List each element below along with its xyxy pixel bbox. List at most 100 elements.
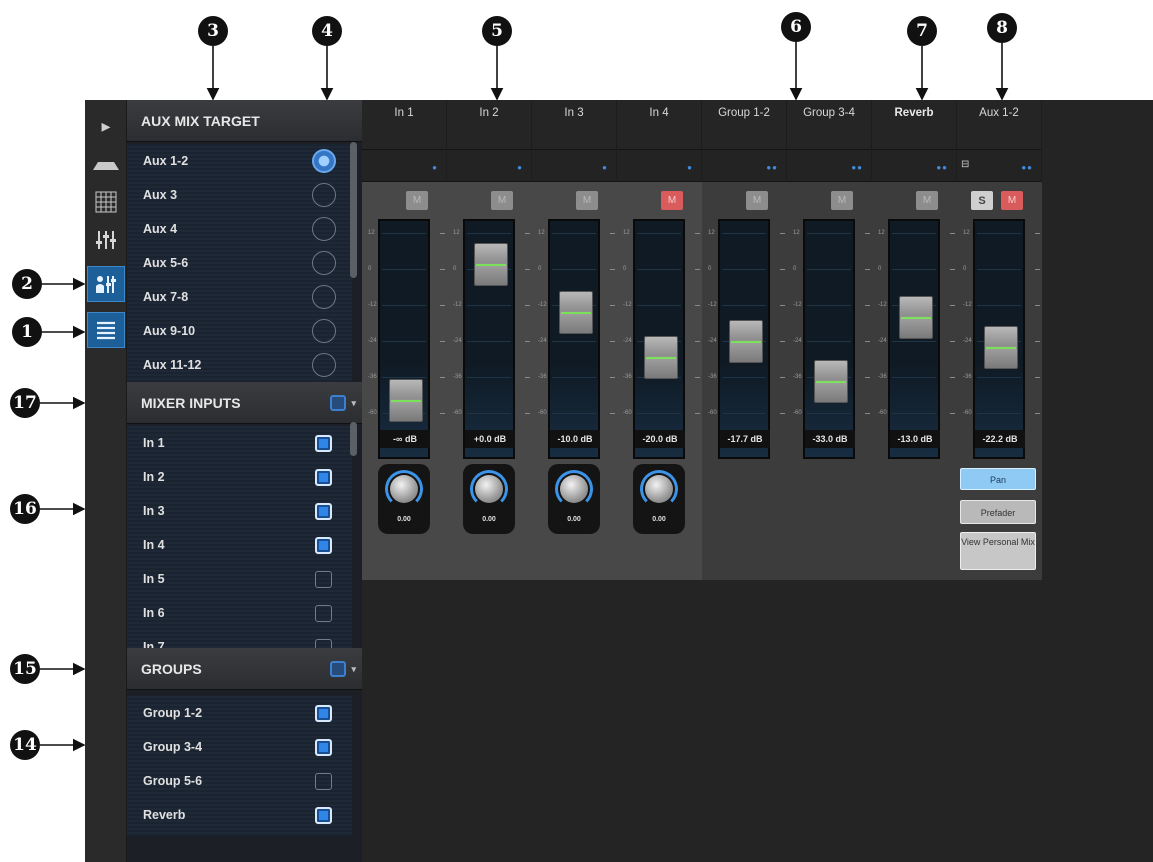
checkbox[interactable] <box>315 806 332 824</box>
routing-dots-icon[interactable]: ●● <box>936 163 948 172</box>
routing-row[interactable]: ● <box>532 150 616 182</box>
group-item[interactable]: Group 1-2 <box>127 696 352 730</box>
pan-knob[interactable] <box>390 475 418 503</box>
pan-button[interactable]: Pan <box>960 468 1036 490</box>
mute-button[interactable]: M <box>661 191 683 210</box>
mute-button[interactable]: M <box>831 191 853 210</box>
aux-target-item[interactable]: Aux 3 <box>127 178 352 212</box>
routing-row[interactable]: ●● <box>702 150 786 182</box>
fader-track[interactable] <box>803 219 855 459</box>
mute-button[interactable]: M <box>576 191 598 210</box>
fader-handle[interactable] <box>644 335 678 379</box>
list-icon[interactable] <box>87 312 125 348</box>
view-personal-mix-button[interactable]: View Personal Mix <box>960 532 1036 570</box>
solo-button[interactable]: S <box>971 191 993 210</box>
routing-dots-icon[interactable]: ●● <box>1021 163 1033 172</box>
mixer-input-item[interactable]: In 6 <box>127 596 352 630</box>
radio-button[interactable] <box>312 183 336 207</box>
group-item[interactable]: Reverb <box>127 798 352 832</box>
inputs-list-scrollbar[interactable] <box>350 422 357 456</box>
fader-track[interactable] <box>463 219 515 459</box>
checkbox[interactable] <box>315 604 332 622</box>
routing-dots-icon[interactable]: ●● <box>766 163 778 172</box>
routing-row[interactable]: ●● ⊟ <box>957 150 1041 182</box>
db-scale-label: -24 <box>708 338 717 344</box>
routing-row[interactable]: ● <box>617 150 701 182</box>
routing-row[interactable]: ●● <box>872 150 956 182</box>
radio-button[interactable] <box>312 285 336 309</box>
aux-mix-icon[interactable] <box>87 266 125 302</box>
fader-track[interactable] <box>718 219 770 459</box>
aux-target-item[interactable]: Aux 5-6 <box>127 246 352 280</box>
routing-dots-icon[interactable]: ● <box>687 163 693 172</box>
fader-handle[interactable] <box>984 326 1018 370</box>
play-icon[interactable]: ▸ <box>87 108 125 144</box>
routing-dots-icon[interactable]: ● <box>432 163 438 172</box>
routing-row[interactable]: ●● <box>787 150 871 182</box>
mute-button[interactable]: M <box>916 191 938 210</box>
grid-icon[interactable] <box>87 184 125 220</box>
mute-button[interactable]: M <box>1001 191 1023 210</box>
prefader-button[interactable]: Prefader <box>960 500 1036 524</box>
group-item[interactable]: Group 3-4 <box>127 730 352 764</box>
fader-track[interactable] <box>633 219 685 459</box>
checkbox[interactable] <box>315 772 332 790</box>
routing-dots-icon[interactable]: ●● <box>851 163 863 172</box>
radio-button[interactable] <box>312 217 336 241</box>
routing-dots-icon[interactable]: ● <box>517 163 523 172</box>
radio-button[interactable] <box>312 149 336 173</box>
aux-target-item[interactable]: Aux 7-8 <box>127 280 352 314</box>
checkbox[interactable] <box>315 502 332 520</box>
mixer-input-item[interactable]: In 4 <box>127 528 352 562</box>
mixer-inputs-select-all[interactable] <box>330 395 346 411</box>
aux-target-item[interactable]: Aux 9-10 <box>127 314 352 348</box>
fader-handle[interactable] <box>474 243 508 286</box>
checkbox[interactable] <box>315 570 332 588</box>
channel-strip: In 4 ● M 12 0 -12 -24 -36 -60 -20.0 dB 0.00 <box>617 100 702 580</box>
checkbox[interactable] <box>315 468 332 486</box>
checkbox[interactable] <box>315 738 332 756</box>
sliders-icon[interactable] <box>87 222 125 258</box>
output-icon[interactable]: ⊟ <box>961 159 969 170</box>
chevron-down-icon[interactable]: ▾ <box>351 664 356 675</box>
fader-track[interactable] <box>973 219 1025 459</box>
tray-icon[interactable] <box>87 148 125 184</box>
mute-button[interactable]: M <box>406 191 428 210</box>
mute-button[interactable]: M <box>746 191 768 210</box>
mixer-input-item[interactable]: In 1 <box>127 426 352 460</box>
fader-gridline <box>807 305 851 306</box>
fader-track[interactable] <box>548 219 600 459</box>
routing-dots-icon[interactable]: ● <box>602 163 608 172</box>
aux-list-scrollbar[interactable] <box>350 142 357 278</box>
aux-target-item[interactable]: Aux 4 <box>127 212 352 246</box>
checkbox[interactable] <box>315 536 332 554</box>
pan-knob[interactable] <box>475 475 503 503</box>
db-scale-label: -60 <box>368 410 377 416</box>
fader-handle[interactable] <box>899 295 933 339</box>
routing-row[interactable]: ● <box>447 150 531 182</box>
pan-knob[interactable] <box>560 475 588 503</box>
mixer-input-item[interactable]: In 2 <box>127 460 352 494</box>
fader-track[interactable] <box>888 219 940 459</box>
group-item[interactable]: Group 5-6 <box>127 764 352 798</box>
mixer-input-item[interactable]: In 5 <box>127 562 352 596</box>
fader-track[interactable] <box>378 219 430 459</box>
groups-select-all[interactable] <box>330 661 346 677</box>
radio-button[interactable] <box>312 353 336 377</box>
checkbox[interactable] <box>315 434 332 452</box>
db-readout: -20.0 dB <box>635 430 685 448</box>
checkbox[interactable] <box>315 704 332 722</box>
fader-handle[interactable] <box>729 319 763 363</box>
pan-knob[interactable] <box>645 475 673 503</box>
routing-row[interactable]: ● <box>362 150 446 182</box>
fader-handle[interactable] <box>559 291 593 334</box>
chevron-down-icon[interactable]: ▾ <box>351 398 356 409</box>
aux-target-item[interactable]: Aux 11-12 <box>127 348 352 382</box>
fader-handle[interactable] <box>389 379 423 422</box>
mute-button[interactable]: M <box>491 191 513 210</box>
radio-button[interactable] <box>312 251 336 275</box>
mixer-input-item[interactable]: In 3 <box>127 494 352 528</box>
radio-button[interactable] <box>312 319 336 343</box>
fader-handle[interactable] <box>814 359 848 403</box>
aux-target-item[interactable]: Aux 1-2 <box>127 144 352 178</box>
